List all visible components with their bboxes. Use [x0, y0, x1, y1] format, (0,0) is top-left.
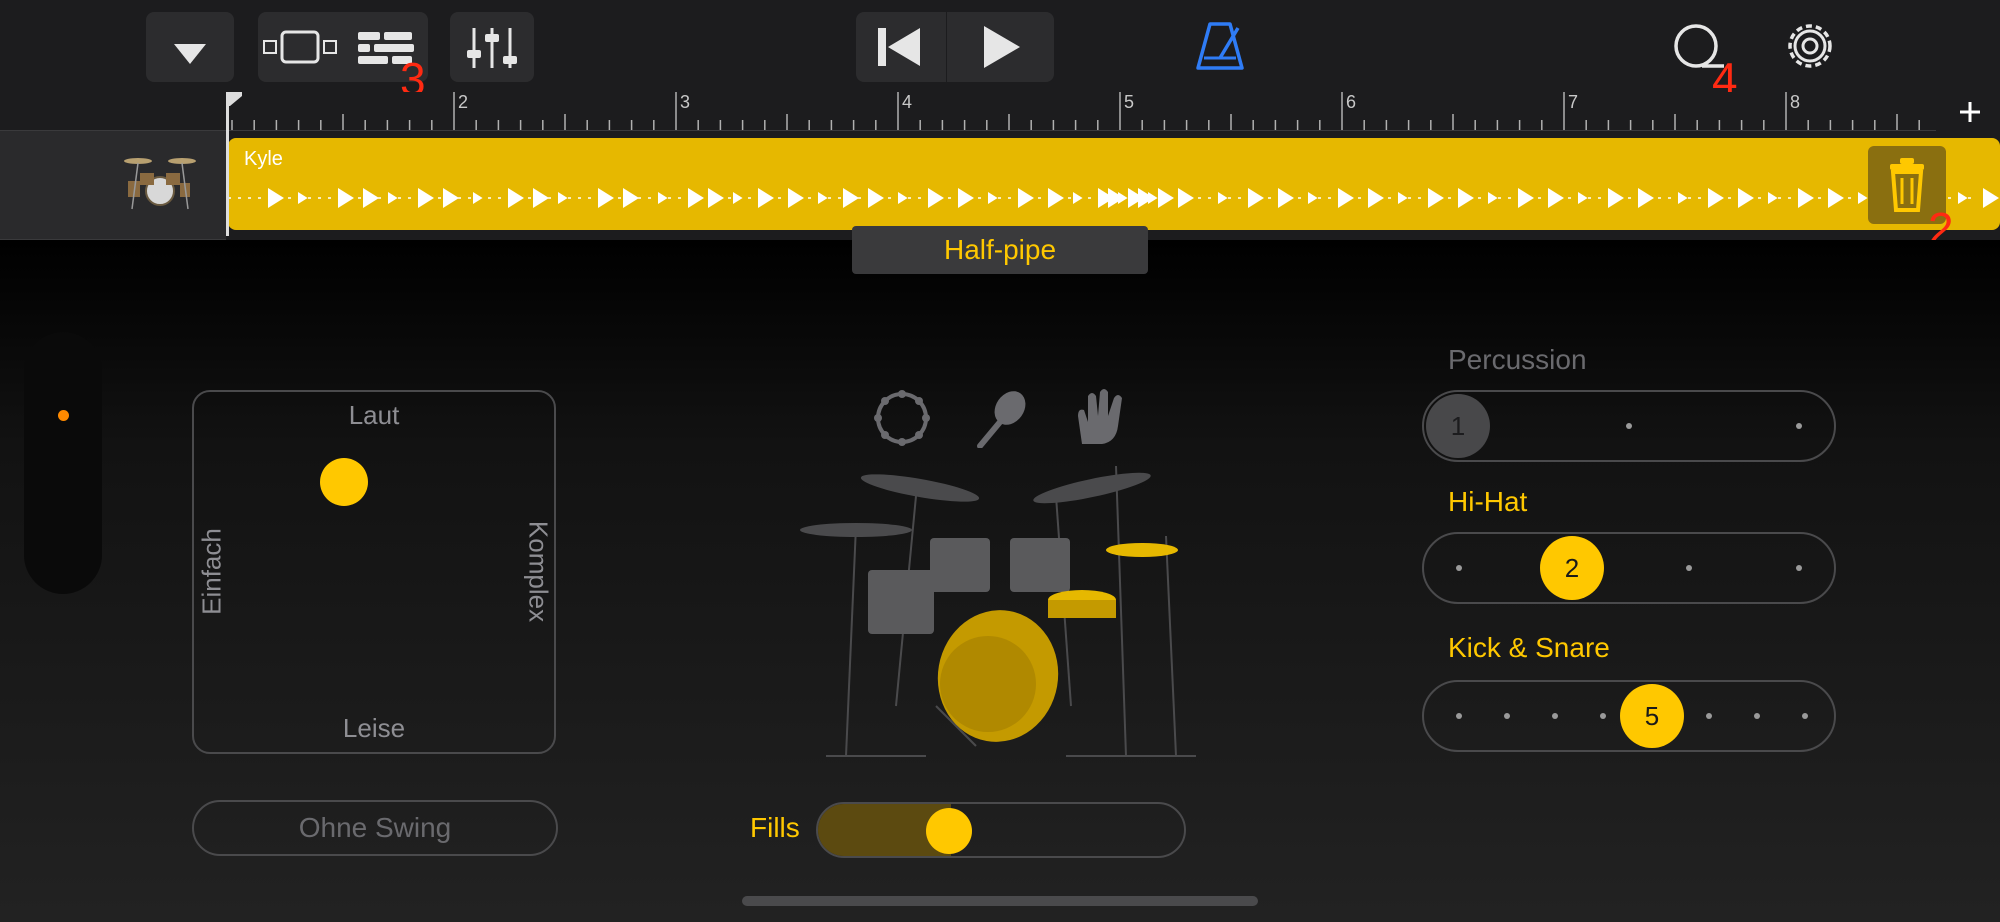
crash-cymbal-left[interactable] — [859, 469, 980, 508]
preset-name-button[interactable]: Half-pipe — [852, 226, 1148, 274]
slider-step-dot — [1504, 713, 1510, 719]
slider-step-dot — [1626, 423, 1632, 429]
kick-snare-label: Kick & Snare — [1448, 632, 1610, 663]
rack-tom-2[interactable] — [1010, 538, 1070, 592]
settings-button[interactable] — [1782, 18, 1838, 74]
fills-slider-knob[interactable] — [926, 808, 972, 854]
home-indicator — [742, 896, 1258, 906]
floor-tom[interactable] — [868, 570, 934, 634]
complexity-loudness-pad[interactable]: Laut Leise Einfach Komplex — [192, 390, 556, 754]
ruler-bar-number: 7 — [1568, 92, 1579, 112]
drummer-volume-slider[interactable] — [24, 332, 102, 594]
slider-step-dot — [1600, 713, 1606, 719]
percussion-slider[interactable]: 1 — [1422, 390, 1836, 462]
drum-kit-diagram — [800, 466, 1196, 757]
hihat-label: Hi-Hat — [1448, 486, 1528, 517]
pad-puck[interactable] — [320, 458, 368, 506]
mixer-sliders-icon — [467, 28, 517, 68]
tracks-view-icon — [263, 30, 337, 64]
drummer-editor: Laut Leise Einfach Komplex Ohne Swing Ha… — [0, 226, 2000, 922]
fills-label: Fills — [750, 812, 800, 843]
go-to-start-button[interactable] — [856, 12, 944, 82]
hi-hat-cymbal[interactable] — [1106, 543, 1178, 557]
drum-kit-icon — [124, 158, 196, 210]
playhead-handle[interactable] — [226, 92, 242, 106]
drummer-hit-markers — [228, 188, 1999, 208]
track-header-drums[interactable] — [0, 130, 226, 240]
add-section-button[interactable] — [1940, 92, 2000, 130]
fills-slider[interactable] — [816, 802, 1186, 858]
gear-icon — [1788, 24, 1832, 68]
pad-left-label: Einfach — [196, 528, 227, 615]
percussion-slider-knob[interactable]: 1 — [1426, 394, 1490, 458]
skip-back-icon — [878, 28, 920, 66]
ruler-bar-number: 5 — [1124, 92, 1135, 112]
pad-right-label: Komplex — [523, 520, 554, 623]
hihat-slider-knob[interactable]: 2 — [1540, 536, 1604, 600]
menu-dropdown-button[interactable] — [146, 12, 234, 82]
slider-step-dot — [1796, 423, 1802, 429]
metronome-button[interactable] — [1190, 18, 1250, 74]
slider-step-dot — [1456, 565, 1462, 571]
slider-step-dot — [1796, 565, 1802, 571]
crash-cymbal-right[interactable] — [1031, 467, 1152, 510]
mixer-button[interactable] — [450, 12, 534, 82]
transport-divider — [946, 12, 947, 82]
metronome-icon — [1196, 22, 1244, 70]
play-icon — [984, 26, 1020, 68]
playhead[interactable] — [226, 94, 229, 236]
rack-tom-1[interactable] — [930, 538, 990, 592]
pad-bottom-label: Leise — [342, 713, 406, 743]
pad-top-label: Laut — [348, 400, 400, 430]
slider-step-dot — [1802, 713, 1808, 719]
slider-step-dot — [1686, 565, 1692, 571]
hihat-slider[interactable]: 2 — [1422, 532, 1836, 604]
slider-step-dot — [1754, 713, 1760, 719]
slider-step-dot — [1706, 713, 1712, 719]
ruler-bar-number: 2 — [458, 92, 469, 112]
triangle-down-icon — [174, 44, 206, 64]
handclap-icon[interactable] — [1068, 386, 1128, 446]
ruler-ticks — [231, 92, 1920, 130]
volume-indicator-dot — [58, 410, 69, 421]
tracks-view-button[interactable] — [258, 12, 342, 82]
plus-icon — [1960, 102, 1980, 122]
kick-snare-slider-knob[interactable]: 5 — [1620, 684, 1684, 748]
tambourine-icon[interactable] — [872, 388, 932, 448]
ruler-bar-number: 3 — [680, 92, 691, 112]
timeline-ruler[interactable]: 2 3 4 5 6 7 8 — [226, 92, 1936, 131]
shaker-icon[interactable] — [972, 388, 1032, 448]
ruler-bar-number: 4 — [902, 92, 913, 112]
slider-step-dot — [1456, 713, 1462, 719]
transport-group — [856, 12, 1054, 82]
play-button[interactable] — [948, 12, 1054, 82]
percussion-label: Percussion — [1448, 344, 1587, 375]
ride-cymbal[interactable] — [800, 523, 912, 537]
toolbar: 3 4 — [0, 0, 2000, 102]
swing-button[interactable]: Ohne Swing — [192, 800, 558, 856]
drummer-region[interactable]: Kyle — [228, 138, 2000, 230]
ruler-bar-number: 8 — [1790, 92, 1801, 112]
slider-step-dot — [1552, 713, 1558, 719]
kick-snare-slider[interactable]: 5 — [1422, 680, 1836, 752]
ruler-bar-number: 6 — [1346, 92, 1357, 112]
